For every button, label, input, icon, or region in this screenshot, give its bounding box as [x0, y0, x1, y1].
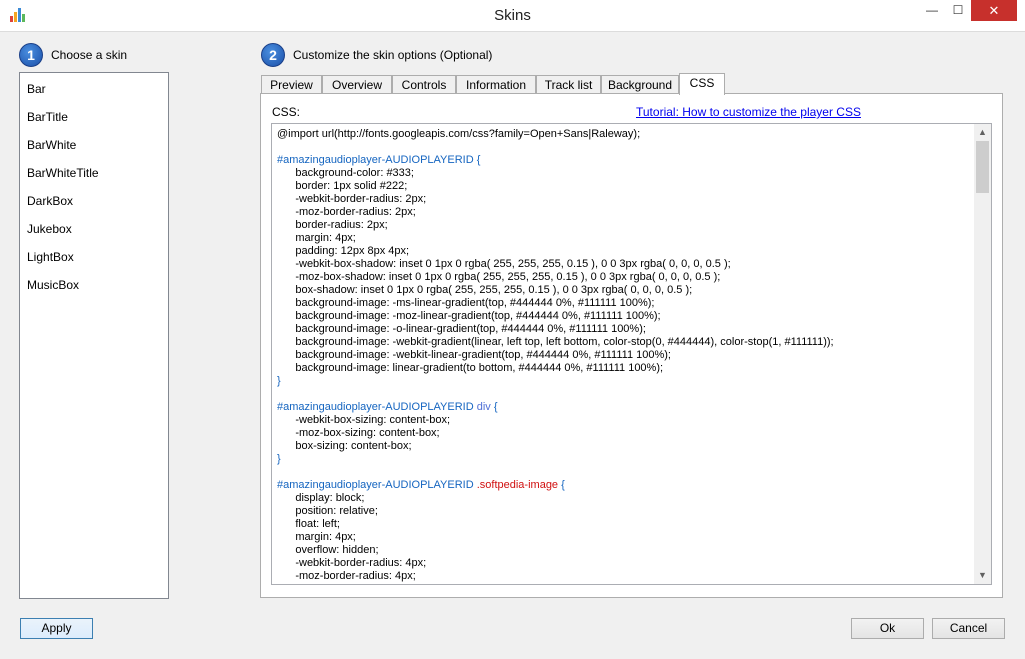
step1-header: 1 Choose a skin	[19, 43, 127, 67]
code-line: #amazingaudioplayer-AUDIOPLAYERID {	[277, 154, 481, 166]
maximize-button[interactable]: ☐	[945, 0, 971, 21]
code-line: -webkit-border-radius: 2px;	[277, 193, 427, 205]
code-line: margin: 4px;	[277, 232, 356, 244]
skin-list[interactable]: Bar BarTitle BarWhite BarWhiteTitle Dark…	[19, 72, 169, 599]
tab-background[interactable]: Background	[601, 75, 679, 94]
code-line: padding: 12px 8px 4px;	[277, 245, 410, 257]
tab-information[interactable]: Information	[456, 75, 536, 94]
skin-item-lightbox[interactable]: LightBox	[20, 241, 168, 269]
code-line: -moz-border-radius: 2px;	[277, 206, 416, 218]
code-line: border-radius: 2px;	[277, 219, 388, 231]
code-line: margin: 4px;	[277, 531, 356, 543]
skin-item-darkbox[interactable]: DarkBox	[20, 185, 168, 213]
css-editor[interactable]: @import url(http://fonts.googleapis.com/…	[271, 123, 992, 585]
code-line: -webkit-box-sizing: content-box;	[277, 414, 451, 426]
code-line: background-image: -webkit-gradient(linea…	[277, 336, 834, 348]
tab-overview[interactable]: Overview	[322, 75, 392, 94]
code-line: -moz-border-radius: 4px;	[277, 570, 416, 582]
step-number-badge: 2	[261, 43, 285, 67]
close-button[interactable]: ✕	[971, 0, 1017, 21]
step-number-badge: 1	[19, 43, 43, 67]
code-line: #amazingaudioplayer-AUDIOPLAYERID div {	[277, 401, 498, 413]
code-line: -moz-box-shadow: inset 0 1px 0 rgba( 255…	[277, 271, 721, 283]
minimize-button[interactable]: —	[919, 0, 945, 21]
code-line: }	[277, 375, 281, 387]
code-line: @import url(http://fonts.googleapis.com/…	[277, 128, 641, 140]
code-line: box-sizing: content-box;	[277, 440, 412, 452]
code-line: #amazingaudioplayer-AUDIOPLAYERID .softp…	[277, 479, 565, 491]
scroll-thumb[interactable]	[976, 141, 989, 193]
skin-item-bartitle[interactable]: BarTitle	[20, 101, 168, 129]
skin-item-barwhite[interactable]: BarWhite	[20, 129, 168, 157]
code-line: overflow: hidden;	[277, 544, 379, 556]
code-line: -webkit-border-radius: 4px;	[277, 557, 427, 569]
code-line: position: relative;	[277, 505, 378, 517]
step2-header: 2 Customize the skin options (Optional)	[261, 43, 492, 67]
scroll-up-icon[interactable]: ▲	[974, 124, 991, 141]
title-bar: Skins — ☐ ✕	[0, 0, 1025, 32]
cancel-button[interactable]: Cancel	[932, 618, 1005, 639]
step2-label: Customize the skin options (Optional)	[293, 48, 493, 62]
code-line: background-image: -moz-linear-gradient(t…	[277, 310, 661, 322]
css-tab-panel: CSS: Tutorial: How to customize the play…	[260, 93, 1003, 598]
skin-item-bar[interactable]: Bar	[20, 73, 168, 101]
code-line: -moz-box-sizing: content-box;	[277, 427, 440, 439]
css-code[interactable]: @import url(http://fonts.googleapis.com/…	[277, 128, 977, 583]
code-line: border: 1px solid #222;	[277, 180, 408, 192]
code-line: -webkit-box-shadow: inset 0 1px 0 rgba( …	[277, 258, 731, 270]
tab-controls[interactable]: Controls	[392, 75, 456, 94]
window-title: Skins	[494, 7, 531, 24]
code-line: display: block;	[277, 492, 365, 504]
code-line: background-image: -ms-linear-gradient(to…	[277, 297, 655, 309]
code-line: box-shadow: inset 0 1px 0 rgba( 255, 255…	[277, 284, 693, 296]
step1-label: Choose a skin	[51, 48, 128, 62]
css-label: CSS:	[272, 105, 301, 119]
code-line: float: left;	[277, 518, 340, 530]
tutorial-link[interactable]: Tutorial: How to customize the player CS…	[636, 105, 861, 119]
tab-track-list[interactable]: Track list	[536, 75, 601, 94]
apply-button[interactable]: Apply	[20, 618, 93, 639]
code-line: background-color: #333;	[277, 167, 414, 179]
code-line: background-image: -o-linear-gradient(top…	[277, 323, 646, 335]
code-line: }	[277, 453, 281, 465]
skin-item-barwhitetitle[interactable]: BarWhiteTitle	[20, 157, 168, 185]
skin-item-musicbox[interactable]: MusicBox	[20, 269, 168, 297]
ok-button[interactable]: Ok	[851, 618, 924, 639]
code-line: background-image: -webkit-linear-gradien…	[277, 349, 671, 361]
tab-css[interactable]: CSS	[679, 73, 725, 95]
tab-preview[interactable]: Preview	[261, 75, 322, 94]
code-line: background-image: linear-gradient(to bot…	[277, 362, 664, 374]
skin-item-jukebox[interactable]: Jukebox	[20, 213, 168, 241]
scroll-down-icon[interactable]: ▼	[974, 567, 991, 584]
vertical-scrollbar[interactable]: ▲ ▼	[974, 124, 991, 584]
